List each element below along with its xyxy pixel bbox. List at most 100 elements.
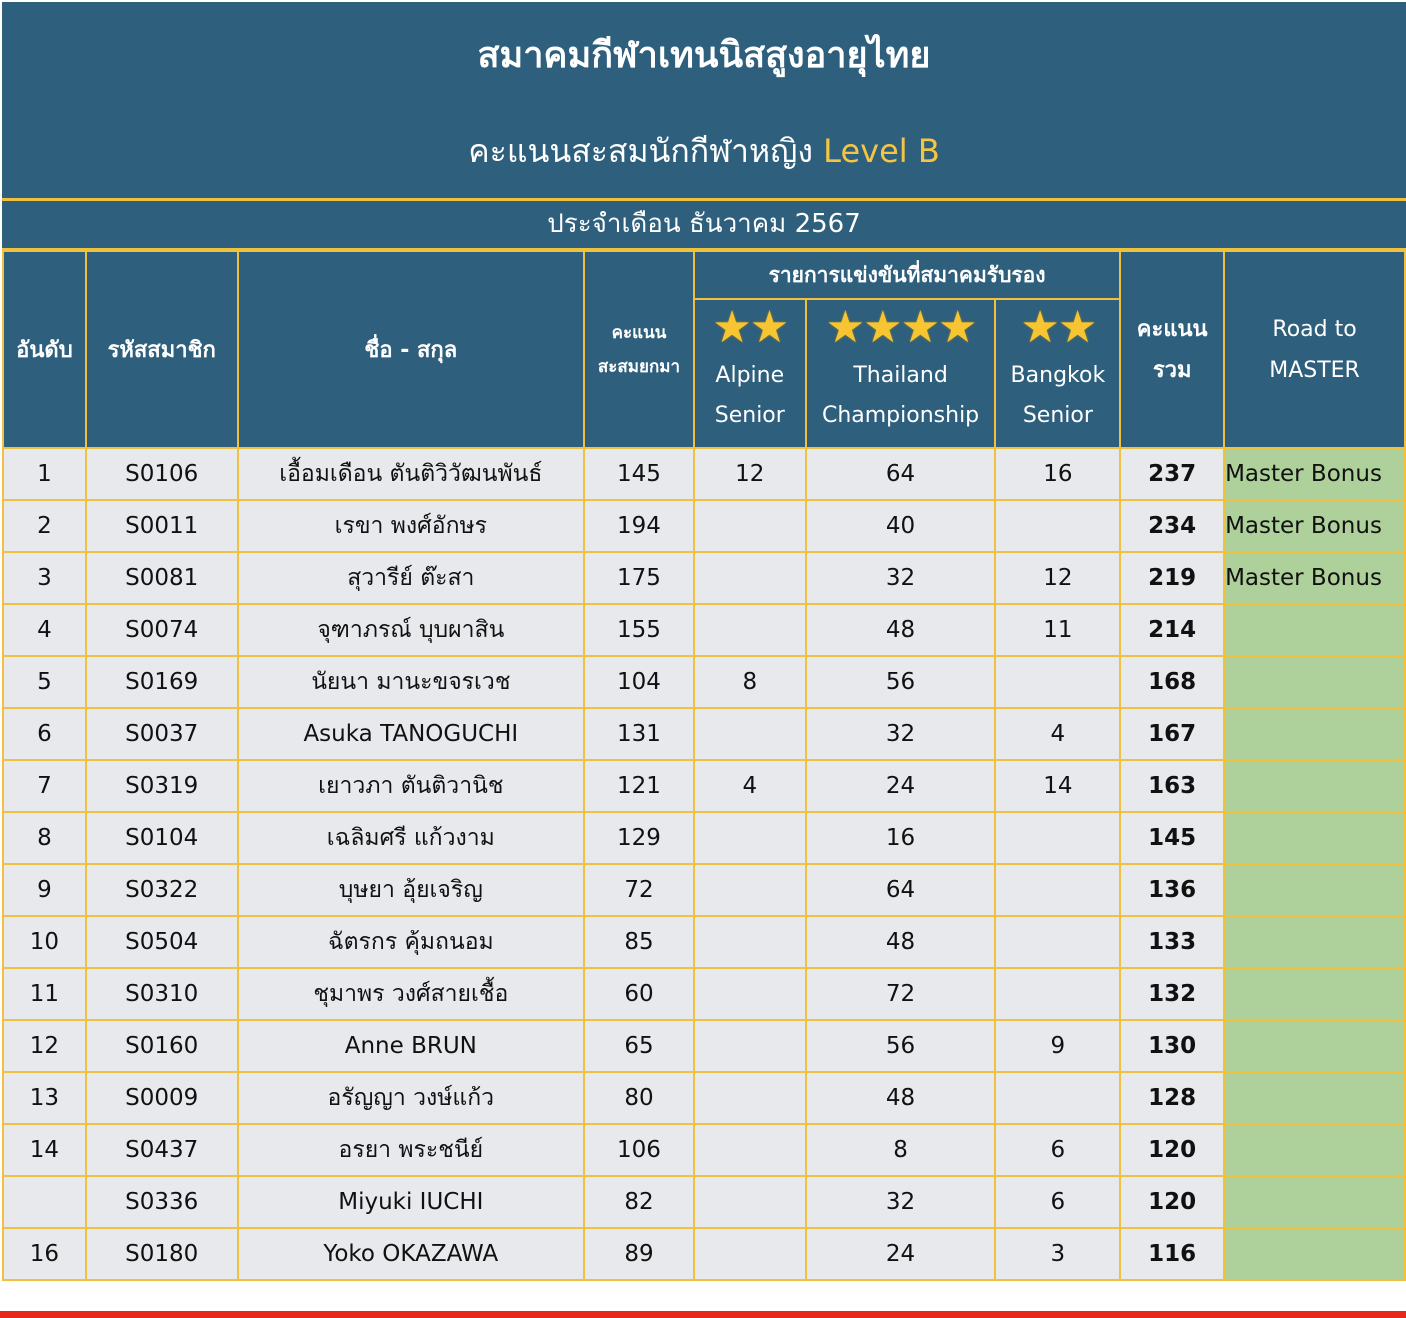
star-icon-rating: ★★★★ — [825, 302, 978, 353]
comp-alpine-line2: Senior — [714, 403, 785, 428]
road-cell — [1223, 967, 1406, 1021]
table-row: 3 S0081 สุวารีย์ ต๊ะสา 175 32 12 219 Master Bon… — [2, 551, 1406, 605]
thailand-cell: 24 — [804, 1227, 997, 1281]
alpine-cell: 8 — [692, 655, 807, 709]
road-cell — [1223, 1019, 1406, 1073]
table-row: 4 S0074 จุฑาภรณ์ บุบผาสิน 155 48 11 214 — [2, 603, 1406, 657]
carried-cell: 145 — [583, 447, 695, 501]
total-cell: 145 — [1119, 811, 1226, 865]
col-total-line1: คะแนน — [1136, 316, 1208, 342]
bangkok-cell: 4 — [994, 707, 1122, 761]
total-cell: 136 — [1119, 863, 1226, 917]
col-comp-alpine: ★★ Alpine Senior — [692, 298, 807, 449]
rank-cell: 12 — [2, 1019, 87, 1073]
rank-cell: 4 — [2, 603, 87, 657]
member-id-cell: S0336 — [84, 1175, 239, 1229]
col-group-title: รายการแข่งขันที่สมาคมรับรอง — [692, 250, 1122, 300]
alpine-cell — [692, 1071, 807, 1125]
star-icon-rating: ★★ — [712, 302, 789, 353]
name-cell: อรัญญา วงษ์แก้ว — [236, 1071, 586, 1125]
thailand-cell: 24 — [804, 759, 997, 813]
total-cell: 133 — [1119, 915, 1226, 969]
member-id-cell: S0180 — [84, 1227, 239, 1281]
bangkok-cell — [994, 915, 1122, 969]
comp-thailand-line1: Thailand — [853, 363, 948, 388]
carried-cell: 89 — [583, 1227, 695, 1281]
bangkok-cell: 9 — [994, 1019, 1122, 1073]
carried-cell: 65 — [583, 1019, 695, 1073]
alpine-cell: 12 — [692, 447, 807, 501]
carried-cell: 104 — [583, 655, 695, 709]
carried-cell: 80 — [583, 1071, 695, 1125]
alpine-cell — [692, 863, 807, 917]
col-comp-bangkok: ★★ Bangkok Senior — [994, 298, 1122, 449]
bangkok-cell: 6 — [994, 1175, 1122, 1229]
total-cell: 120 — [1119, 1175, 1226, 1229]
total-cell: 163 — [1119, 759, 1226, 813]
road-cell — [1223, 655, 1406, 709]
carried-cell: 60 — [583, 967, 695, 1021]
total-cell: 214 — [1119, 603, 1226, 657]
name-cell: จุฑาภรณ์ บุบผาสิน — [236, 603, 586, 657]
table-row: 9 S0322 บุษยา อุ้ยเจริญ 72 64 136 — [2, 863, 1406, 917]
bangkok-cell — [994, 655, 1122, 709]
col-road-line1: Road to — [1272, 316, 1357, 342]
thailand-cell: 72 — [804, 967, 997, 1021]
subtitle-text: คะแนนสะสมนักกีฬาหญิง — [468, 132, 813, 170]
col-carried-line2: สะสมยกมา — [597, 356, 681, 377]
carried-cell: 155 — [583, 603, 695, 657]
col-road-line2: MASTER — [1269, 357, 1360, 383]
road-cell: Master Bonus — [1223, 499, 1406, 553]
table-body: 1 S0106 เอื้อมเดือน ตันติวิวัฒนพันธ์ 145 12 6… — [2, 447, 1406, 1281]
table-row: 1 S0106 เอื้อมเดือน ตันติวิวัฒนพันธ์ 145 12 6… — [2, 447, 1406, 501]
road-cell — [1223, 603, 1406, 657]
rank-cell — [2, 1175, 87, 1229]
bangkok-cell: 16 — [994, 447, 1122, 501]
total-cell: 234 — [1119, 499, 1226, 553]
thailand-cell: 56 — [804, 655, 997, 709]
rank-cell: 10 — [2, 915, 87, 969]
member-id-cell: S0081 — [84, 551, 239, 605]
thailand-cell: 48 — [804, 603, 997, 657]
alpine-cell — [692, 1227, 807, 1281]
table-row: 5 S0169 นัยนา มานะขจรเวช 104 8 56 168 — [2, 655, 1406, 709]
table-row: 8 S0104 เฉลิมศรี แก้วงาม 129 16 145 — [2, 811, 1406, 865]
name-cell: Asuka TANOGUCHI — [236, 707, 586, 761]
thailand-cell: 48 — [804, 915, 997, 969]
comp-bangkok-line2: Senior — [1022, 403, 1093, 428]
rank-cell: 1 — [2, 447, 87, 501]
rank-cell: 16 — [2, 1227, 87, 1281]
table-row: 2 S0011 เรขา พงศ์อักษร 194 40 234 Master Bonus — [2, 499, 1406, 553]
member-id-cell: S0322 — [84, 863, 239, 917]
road-cell: Master Bonus — [1223, 447, 1406, 501]
carried-cell: 72 — [583, 863, 695, 917]
col-comp-thailand: ★★★★ Thailand Championship — [804, 298, 997, 449]
name-cell: เรขา พงศ์อักษร — [236, 499, 586, 553]
rank-cell: 3 — [2, 551, 87, 605]
road-cell — [1223, 915, 1406, 969]
total-cell: 168 — [1119, 655, 1226, 709]
alpine-cell — [692, 1175, 807, 1229]
thailand-cell: 64 — [804, 447, 997, 501]
bangkok-cell: 12 — [994, 551, 1122, 605]
alpine-cell — [692, 707, 807, 761]
bangkok-cell — [994, 499, 1122, 553]
table-row: 11 S0310 ชุมาพร วงศ์สายเชื้อ 60 72 132 — [2, 967, 1406, 1021]
total-cell: 237 — [1119, 447, 1226, 501]
member-id-cell: S0106 — [84, 447, 239, 501]
col-carried: คะแนน สะสมยกมา — [583, 250, 695, 449]
carried-cell: 82 — [583, 1175, 695, 1229]
rank-cell: 2 — [2, 499, 87, 553]
table-row: 12 S0160 Anne BRUN 65 56 9 130 — [2, 1019, 1406, 1073]
bangkok-cell — [994, 967, 1122, 1021]
name-cell: เฉลิมศรี แก้วงาม — [236, 811, 586, 865]
alpine-cell — [692, 811, 807, 865]
member-id-cell: S0011 — [84, 499, 239, 553]
table-row: 16 S0180 Yoko OKAZAWA 89 24 3 116 — [2, 1227, 1406, 1281]
col-rank: อันดับ — [2, 250, 87, 449]
rank-cell: 13 — [2, 1071, 87, 1125]
rank-cell: 6 — [2, 707, 87, 761]
alpine-cell — [692, 603, 807, 657]
alpine-cell — [692, 499, 807, 553]
alpine-cell — [692, 915, 807, 969]
